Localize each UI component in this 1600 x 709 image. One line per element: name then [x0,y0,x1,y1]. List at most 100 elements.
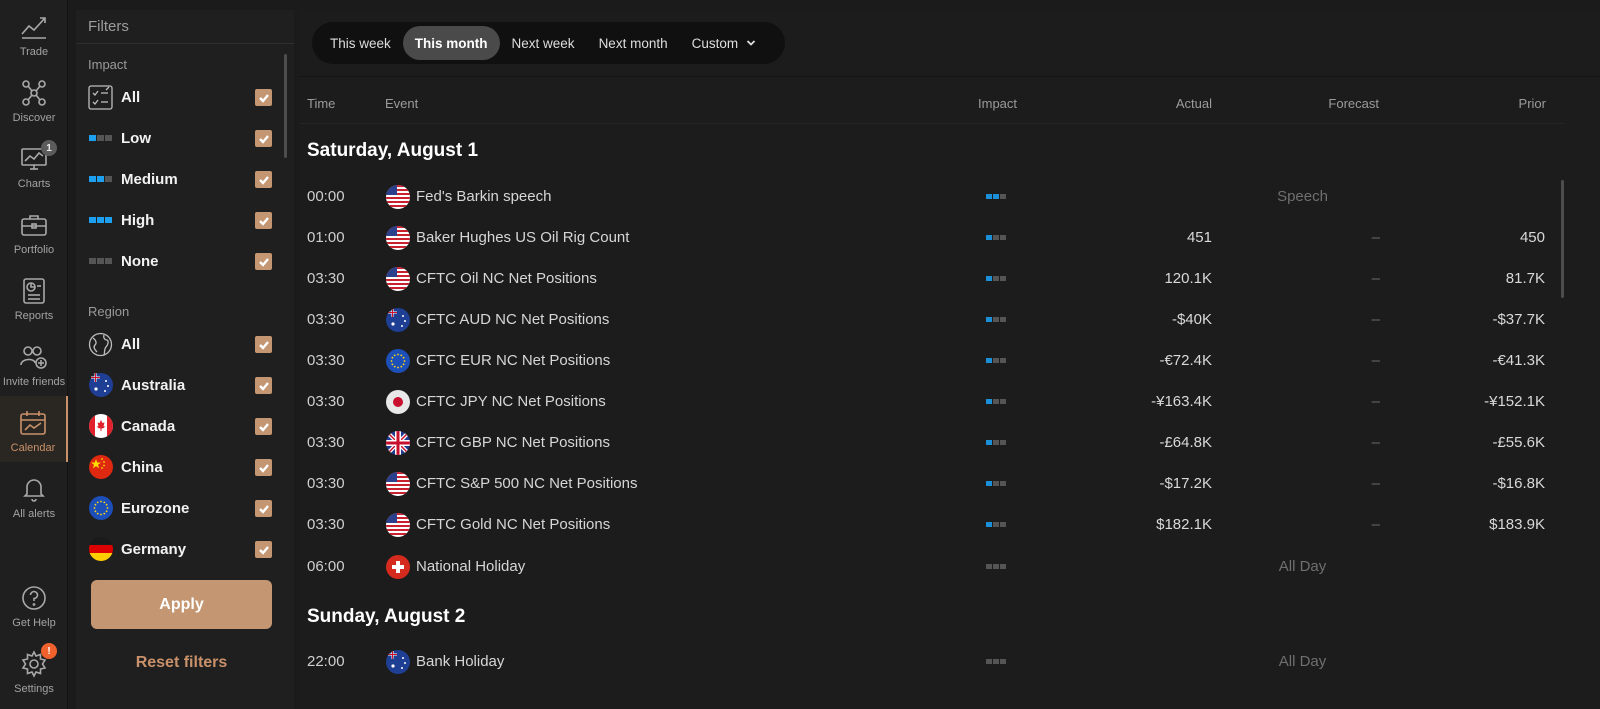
impact-medium-checkbox[interactable] [255,171,272,188]
trend-line-icon [21,17,46,39]
impact-none-icon [986,564,1006,569]
event-row[interactable]: 03:30 CFTC JPY NC Net Positions -¥163.4K… [300,382,1565,422]
flag-germany-icon [88,537,113,562]
event-name: CFTC JPY NC Net Positions [416,393,606,410]
region-filter-china[interactable]: China [88,452,278,482]
event-forecast: – [1371,516,1380,533]
region-filter-canada[interactable]: Canada [88,411,278,441]
tab-this-month[interactable]: This month [402,26,500,60]
event-prior: -$16.8K [1492,475,1545,492]
nav-item-reports[interactable]: Reports [0,264,68,330]
impact-filter-low[interactable]: Low [88,123,278,153]
event-actual: -$40K [1171,311,1212,328]
event-forecast: – [1371,229,1380,246]
impact-low-icon [986,440,1006,445]
region-filter-all[interactable]: All [88,329,278,359]
event-row[interactable]: 03:30 CFTC Oil NC Net Positions 120.1K –… [300,259,1565,299]
apply-button[interactable]: Apply [91,580,272,629]
event-prior: -£55.6K [1492,434,1545,451]
event-row[interactable]: 22:00 Bank Holiday All Day [300,642,1565,682]
region-filter-germany[interactable]: Germany [88,534,278,564]
event-prior: -¥152.1K [1484,393,1545,410]
impact-low-icon [88,126,113,151]
tab-next-week[interactable]: Next week [500,26,587,60]
nav-item-portfolio[interactable]: Portfolio [0,198,68,264]
impact-filter-high[interactable]: High [88,205,278,235]
filters-panel: Filters Impact All Low Medium High None … [76,10,294,709]
event-forecast: – [1371,475,1380,492]
nav-item-all-alerts[interactable]: All alerts [0,462,68,528]
tab-next-month[interactable]: Next month [587,26,680,60]
filter-label: Germany [121,540,187,558]
region-all-checkbox[interactable] [255,336,272,353]
event-row[interactable]: 03:30 CFTC GBP NC Net Positions -£64.8K … [300,423,1565,463]
impact-filter-medium[interactable]: Medium [88,164,278,194]
event-name: Baker Hughes US Oil Rig Count [416,229,630,246]
impact-low-icon [986,358,1006,363]
event-time: 03:30 [307,393,345,410]
event-time: 03:30 [307,311,345,328]
nav-item-label: All alerts [12,508,56,520]
event-row[interactable]: 00:00 Fed's Barkin speech Speech [300,177,1565,217]
event-row[interactable]: 03:30 CFTC Gold NC Net Positions $182.1K… [300,505,1565,545]
event-prior: 81.7K [1505,270,1545,287]
column-header-actual: Actual [1175,96,1212,111]
impact-medium-icon [986,194,1006,199]
nav-item-trade[interactable]: Trade [0,0,68,66]
event-time: 03:30 [307,516,345,533]
date-range-tabs: This week This month Next week Next mont… [312,22,785,64]
flag-china-icon [88,455,113,480]
globe-icon [88,332,113,357]
filter-label: Australia [121,376,186,394]
region-filter-eurozone[interactable]: Eurozone [88,493,278,523]
nav-item-get-help[interactable]: Get Help [0,571,68,637]
divider [300,76,1600,77]
event-row[interactable]: 06:00 National Holiday All Day [300,547,1565,587]
event-row[interactable]: 01:00 Baker Hughes US Oil Rig Count 451 … [300,218,1565,258]
nav-item-label: Reports [14,310,54,322]
nav-item-discover[interactable]: Discover [0,66,68,132]
event-prior: 450 [1519,229,1545,246]
event-row[interactable]: 03:30 CFTC S&P 500 NC Net Positions -$17… [300,464,1565,504]
flag-switzerland-icon [386,555,410,579]
filter-label: Eurozone [121,499,190,517]
impact-high-checkbox[interactable] [255,212,272,229]
impact-low-checkbox[interactable] [255,130,272,147]
region-china-checkbox[interactable] [255,459,272,476]
nav-item-calendar[interactable]: Calendar [0,396,68,462]
impact-filter-none[interactable]: None [88,246,278,276]
flag-eurozone-icon [386,349,410,373]
impact-filter-all[interactable]: All [88,82,278,112]
impact-none-checkbox[interactable] [255,253,272,270]
tab-this-week[interactable]: This week [318,26,403,60]
event-actual: -$17.2K [1159,475,1212,492]
impact-all-checkbox[interactable] [255,89,272,106]
event-time: 03:30 [307,270,345,287]
checkmark-icon [258,175,269,185]
flag-japan-icon [386,390,410,414]
nav-item-charts[interactable]: Charts 1 [0,132,68,198]
region-germany-checkbox[interactable] [255,541,272,558]
impact-low-icon [986,276,1006,281]
event-actual: 451 [1186,229,1212,246]
nav-item-label: Settings [14,683,54,695]
region-eurozone-checkbox[interactable] [255,500,272,517]
filters-scrollbar[interactable] [284,54,287,158]
event-name: CFTC S&P 500 NC Net Positions [416,475,638,492]
checkmark-icon [258,381,269,391]
nav-item-settings[interactable]: Settings ! [0,637,68,703]
tab-custom[interactable]: Custom [680,26,769,60]
nav-item-invite-friends[interactable]: Invite friends [0,330,68,396]
event-name: CFTC EUR NC Net Positions [416,352,611,369]
impact-low-icon [986,522,1006,527]
column-header-prior: Prior [1518,96,1546,111]
reset-filters-button[interactable]: Reset filters [91,654,272,672]
event-row[interactable]: 03:30 CFTC AUD NC Net Positions -$40K – … [300,300,1565,340]
flag-australia-icon [88,373,113,398]
region-filter-australia[interactable]: Australia [88,370,278,400]
event-forecast: – [1371,270,1380,287]
event-row[interactable]: 03:30 CFTC EUR NC Net Positions -€72.4K … [300,341,1565,381]
region-canada-checkbox[interactable] [255,418,272,435]
region-australia-checkbox[interactable] [255,377,272,394]
event-forecast: – [1371,434,1380,451]
